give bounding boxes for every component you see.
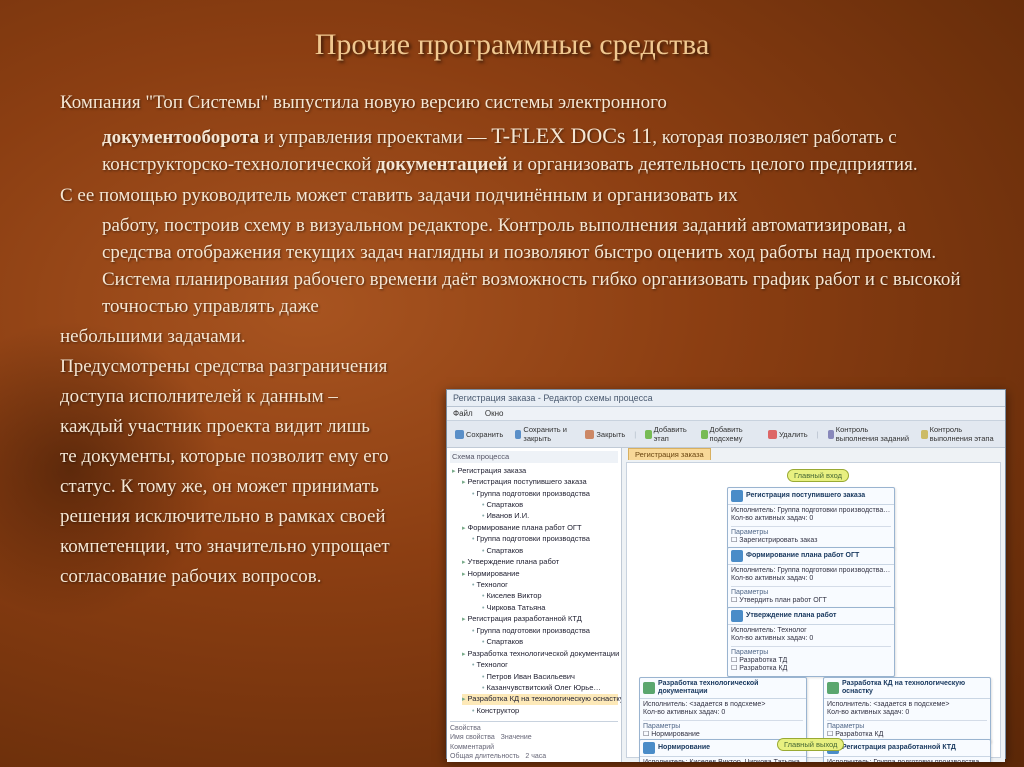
tree-item[interactable]: Конструктор	[472, 705, 618, 716]
tree-item[interactable]: Казанчувствитский Олег Юрье…	[482, 682, 618, 693]
p1-bold2: документацией	[376, 154, 508, 175]
flow-node-regktd[interactable]: Регистрация разработанной КТД Исполнител…	[823, 739, 991, 762]
p1-tail2: и организовать деятельность целого предп…	[508, 154, 918, 175]
comment-row: Комментарий	[450, 743, 618, 752]
tree-item[interactable]: Разработка технологической документации	[462, 648, 618, 659]
line-8: согласование рабочих вопросов.	[60, 564, 480, 591]
slide-title: Прочие программные средства	[60, 28, 964, 62]
tree-item[interactable]: Спартаков	[482, 637, 618, 648]
line-4: те документы, которые позволит ему его	[60, 444, 480, 471]
line-6: решения исключительно в рамках своей	[60, 504, 480, 531]
p1-bold1: документооборота	[102, 127, 259, 148]
p2-text: С ее помощью руководитель может ставить …	[60, 185, 738, 206]
paragraph-2b: работу, построив схему в визуальном реда…	[60, 213, 964, 321]
node-icon	[643, 682, 655, 694]
paragraph-1-cont: документооборота и управления проектами …	[60, 120, 964, 179]
p1-lead: Компания "Топ Системы" выпустила новую в…	[60, 92, 667, 113]
body-text: Компания "Топ Системы" выпустила новую в…	[60, 90, 964, 590]
line-1: Предусмотрены средства разграничения	[60, 354, 480, 381]
line-3: каждый участник проекта видит лишь	[60, 414, 480, 441]
p1-mid: и управления проектами —	[259, 127, 491, 148]
node-icon	[827, 682, 839, 694]
tree-item[interactable]: Группа подготовки производства	[472, 625, 618, 636]
line-7: компетенции, что значительно упрощает	[60, 534, 480, 561]
tree-item[interactable]: Технолог	[472, 660, 618, 671]
properties-panel: Свойства Имя свойства Значение Комментар…	[450, 721, 618, 762]
paragraph-2: С ее помощью руководитель может ставить …	[60, 183, 964, 210]
flow-node-approve[interactable]: Утверждение плана работ Исполнитель: Тех…	[727, 607, 895, 677]
line-2: доступа исполнителей к данным –	[60, 384, 480, 411]
paragraph-1: Компания "Топ Системы" выпустила новую в…	[60, 90, 964, 117]
left-column: небольшими задачами. Предусмотрены средс…	[60, 324, 480, 591]
flow-node-techdoc[interactable]: Разработка технологической документации …	[639, 677, 807, 743]
tree-item-selected[interactable]: Разработка КД на технологическую оснастк…	[462, 694, 618, 705]
product-name: T-FLEX DOCs 11	[491, 123, 652, 148]
line-5: статус. К тому же, он может принимать	[60, 474, 480, 501]
node-icon	[643, 742, 655, 754]
tree-item[interactable]: Петров Иван Васильевич	[482, 671, 618, 682]
exit-node[interactable]: Главный выход	[777, 738, 844, 751]
properties-header: Свойства	[450, 724, 618, 733]
tree-item[interactable]: Регистрация разработанной КТД	[462, 614, 618, 625]
flow-node-kd[interactable]: Разработка КД на технологическую оснастк…	[823, 677, 991, 743]
line-0: небольшими задачами.	[60, 324, 480, 351]
